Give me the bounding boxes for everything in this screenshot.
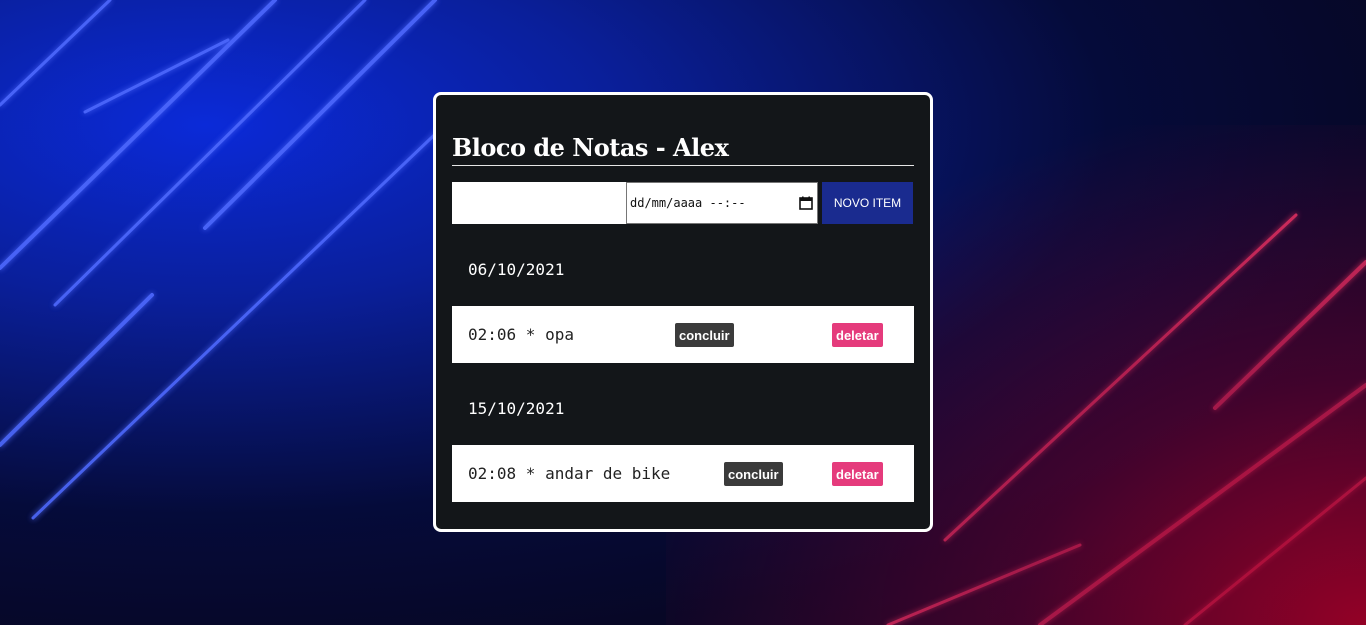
new-item-form: dd/mm/aaaa --:-- NOVO ITEM [452,182,914,224]
page-title: Bloco de Notas - Alex [452,133,914,166]
calendar-icon[interactable] [799,196,813,210]
note-item: 02:06 * opa concluir deletar [452,306,914,363]
group-date: 06/10/2021 [468,260,565,279]
new-item-button[interactable]: NOVO ITEM [822,182,913,224]
note-item-text: 02:06 * opa [468,325,574,344]
datetime-placeholder: dd/mm/aaaa --:-- [630,196,746,210]
notes-card: Bloco de Notas - Alex dd/mm/aaaa --:-- N… [433,92,933,532]
conclude-button[interactable]: concluir [675,323,734,347]
note-item: 02:08 * andar de bike concluir deletar [452,445,914,502]
conclude-button[interactable]: concluir [724,462,783,486]
group-date: 15/10/2021 [468,399,565,418]
delete-button[interactable]: deletar [832,462,883,486]
note-item-text: 02:08 * andar de bike [468,464,671,483]
delete-button[interactable]: deletar [832,323,883,347]
datetime-input[interactable]: dd/mm/aaaa --:-- [626,182,818,224]
note-text-input[interactable] [452,182,626,224]
